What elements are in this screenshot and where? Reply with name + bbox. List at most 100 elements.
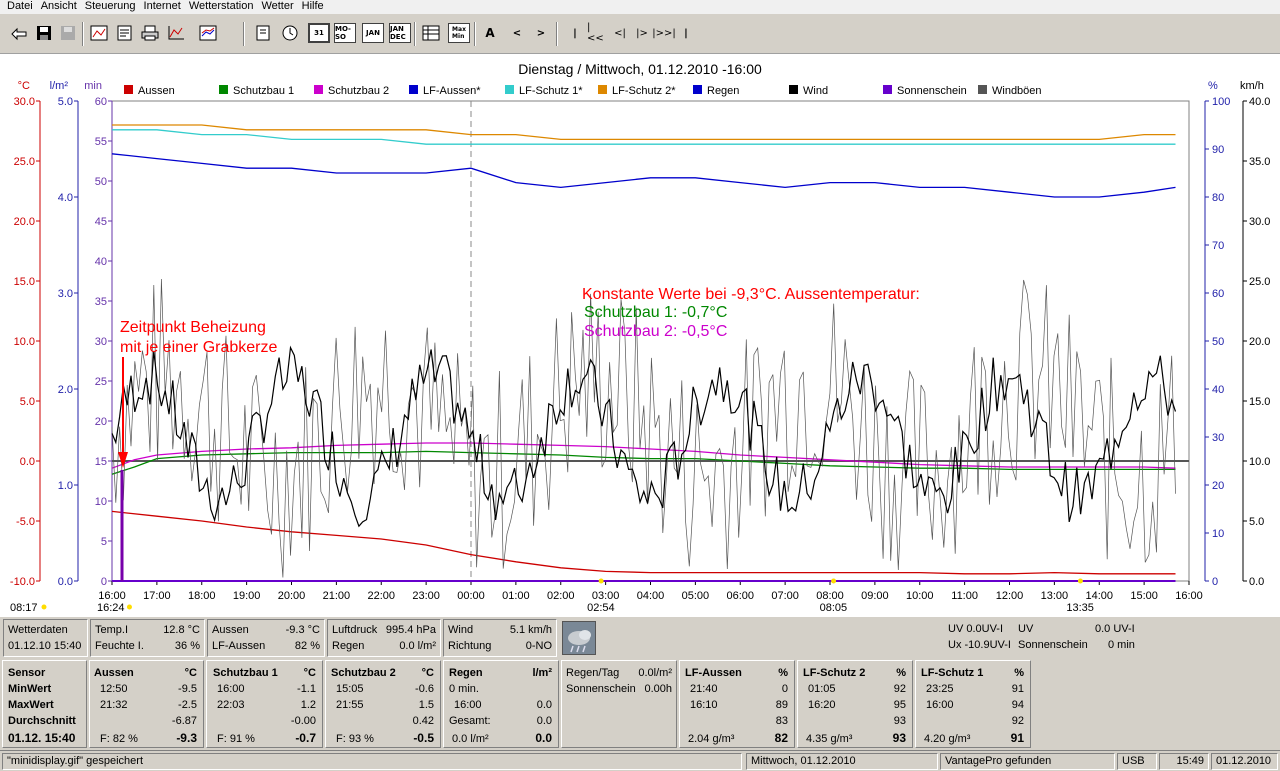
temp-i-value: 12.8 °C — [163, 624, 200, 636]
regen-unit: l/m² — [532, 667, 552, 679]
feuchte-i-value: 36 % — [174, 640, 200, 652]
x-tick-label: 19:00 — [233, 590, 261, 602]
annotation-const-2: Schutzbau 1: -0,7°C — [584, 304, 727, 321]
lfs1-abs: 4.20 g/m³ — [924, 733, 971, 745]
back-arrow-icon[interactable] — [8, 22, 30, 44]
regen-max-time: 16:00 — [454, 699, 482, 711]
sb1-humidity: F: 91 % — [217, 733, 255, 745]
lfa-abs: 2.04 g/m³ — [688, 733, 735, 745]
sun-marker-label: 16:24 — [97, 602, 125, 614]
series-lf-schutz-1- — [112, 129, 1176, 145]
menu-ansicht[interactable]: Ansicht — [38, 0, 82, 14]
x-tick-label: 00:00 — [457, 590, 485, 602]
period-year-button[interactable]: JAN DEC — [389, 23, 411, 43]
legend-label: Schutzbau 2 — [328, 85, 389, 97]
temp-tick-label: 5.0 — [20, 396, 35, 408]
sb2-min-value: -0.6 — [415, 683, 434, 695]
menu-wetterstation[interactable]: Wetterstation — [186, 0, 259, 14]
prev-button[interactable]: < — [506, 22, 528, 44]
series-schutzbau-2 — [111, 442, 1176, 469]
text-a-button[interactable]: A — [479, 22, 501, 44]
menu-datei[interactable]: Datei — [4, 0, 38, 14]
temp-tick-label: 20.0 — [14, 216, 35, 228]
pressure-cell: Luftdruck 995.4 hPa Regen 0.0 l/m² — [327, 619, 441, 657]
period-day-button[interactable]: 31 — [308, 23, 330, 43]
kmh-tick-label: 20.0 — [1249, 336, 1270, 348]
regen-gesamt-value: 0.0 — [536, 715, 552, 727]
save-disabled-icon[interactable] — [57, 22, 79, 44]
sb2-unit: °C — [421, 667, 434, 679]
legend-label: LF-Schutz 1* — [519, 85, 583, 97]
nav-first-button[interactable]: | — [564, 22, 586, 44]
legend-label: Schutzbau 1 — [233, 85, 294, 97]
nav-forward-button[interactable]: |> — [631, 22, 653, 44]
menu-hilfe[interactable]: Hilfe — [299, 0, 329, 14]
kmh-tick-label: 0.0 — [1249, 576, 1264, 588]
menu-steuerung[interactable]: Steuerung — [82, 0, 141, 14]
rain-tick-label: 1.0 — [58, 480, 73, 492]
pct-tick-label: 60 — [1212, 288, 1224, 300]
lfs2-header: LF-Schutz 2 — [803, 667, 866, 679]
graph-compare-icon[interactable] — [197, 22, 219, 44]
x-tick-label: 09:00 — [861, 590, 889, 602]
pct-axis-unit: % — [1208, 80, 1218, 92]
legend-label: Regen — [707, 85, 739, 97]
lfs1-header: LF-Schutz 1 — [921, 667, 984, 679]
pct-tick-label: 10 — [1212, 528, 1224, 540]
sb2-max-time: 21:55 — [336, 699, 364, 711]
graph-icon[interactable] — [165, 22, 187, 44]
durchschnitt-label: Durchschnitt — [8, 715, 76, 727]
legend-swatch — [883, 85, 892, 94]
rain-tick-label: 0.0 — [58, 576, 73, 588]
sensor-col-sb2: Schutzbau 2 °C 15:05 -0.6 21:55 1.5 0.42… — [325, 660, 441, 748]
regen-max-value: 0.0 — [536, 699, 552, 711]
nav-last-button[interactable]: | — [675, 22, 697, 44]
minwert-label: MinWert — [8, 683, 52, 695]
min-tick-label: 45 — [95, 216, 107, 228]
lfa-header: LF-Aussen — [685, 667, 742, 679]
nav-back-fast-button[interactable]: |<< — [586, 22, 608, 44]
regen-header: Regen — [449, 667, 483, 679]
sb1-header: Schutzbau 1 — [213, 667, 278, 679]
menu-wetter[interactable]: Wetter — [258, 0, 298, 14]
aussen-max-value: -2.5 — [178, 699, 197, 711]
lfs2-avg: 93 — [893, 715, 906, 727]
x-tick-label: 14:00 — [1085, 590, 1113, 602]
print-icon[interactable] — [139, 22, 161, 44]
temp-axis-unit: °C — [18, 80, 30, 92]
chart-title: Dienstag / Mittwoch, 01.12.2010 -16:00 — [518, 61, 762, 77]
period-week-button[interactable]: MO-SO — [334, 23, 356, 43]
save-icon[interactable] — [33, 22, 55, 44]
current-datetime: 01.12. 15:40 — [8, 731, 76, 745]
min-tick-label: 60 — [95, 96, 107, 108]
aussen-min-time: 12:50 — [100, 683, 128, 695]
chart-legend: Aussen Schutzbau 1 Schutzbau 2 LF-Aussen* LF… — [124, 85, 1042, 97]
sonnenschein-tag-value: 0.00h — [644, 683, 672, 695]
lfs1-min-value: 91 — [1011, 683, 1024, 695]
clock-icon[interactable] — [279, 22, 301, 44]
legend-label: LF-Aussen* — [423, 85, 481, 97]
pct-tick-label: 80 — [1212, 192, 1224, 204]
menu-internet[interactable]: Internet — [141, 0, 186, 14]
next-button[interactable]: > — [530, 22, 552, 44]
sb2-max-value: 1.5 — [418, 699, 434, 711]
nav-back-button[interactable]: <| — [609, 22, 631, 44]
table-icon[interactable] — [420, 22, 442, 44]
nav-forward-fast-button[interactable]: |>>| — [652, 22, 676, 44]
legend-swatch — [314, 85, 323, 94]
weather-chart: Dienstag / Mittwoch, 01.12.2010 -16:00 3… — [0, 54, 1280, 616]
day-view-icon[interactable] — [253, 22, 275, 44]
status-connection: VantagePro gefunden — [940, 753, 1115, 770]
notes-icon[interactable] — [114, 22, 136, 44]
uv2-value: 0.0 UV-I — [1095, 623, 1135, 635]
sensor-table: Sensor MinWert MaxWert Durchschnitt 01.1… — [0, 658, 1280, 750]
sb2-avg: 0.42 — [412, 715, 434, 727]
maxwert-label: MaxWert — [8, 699, 54, 711]
period-month-button[interactable]: JAN — [362, 23, 384, 43]
x-tick-label: 10:00 — [906, 590, 934, 602]
chart-red-icon[interactable] — [88, 22, 110, 44]
maxmin-button[interactable]: Max Min — [448, 23, 470, 43]
sensor-col-labels: Sensor MinWert MaxWert Durchschnitt 01.1… — [2, 660, 87, 748]
kmh-tick-label: 10.0 — [1249, 456, 1270, 468]
pct-tick-label: 50 — [1212, 336, 1224, 348]
